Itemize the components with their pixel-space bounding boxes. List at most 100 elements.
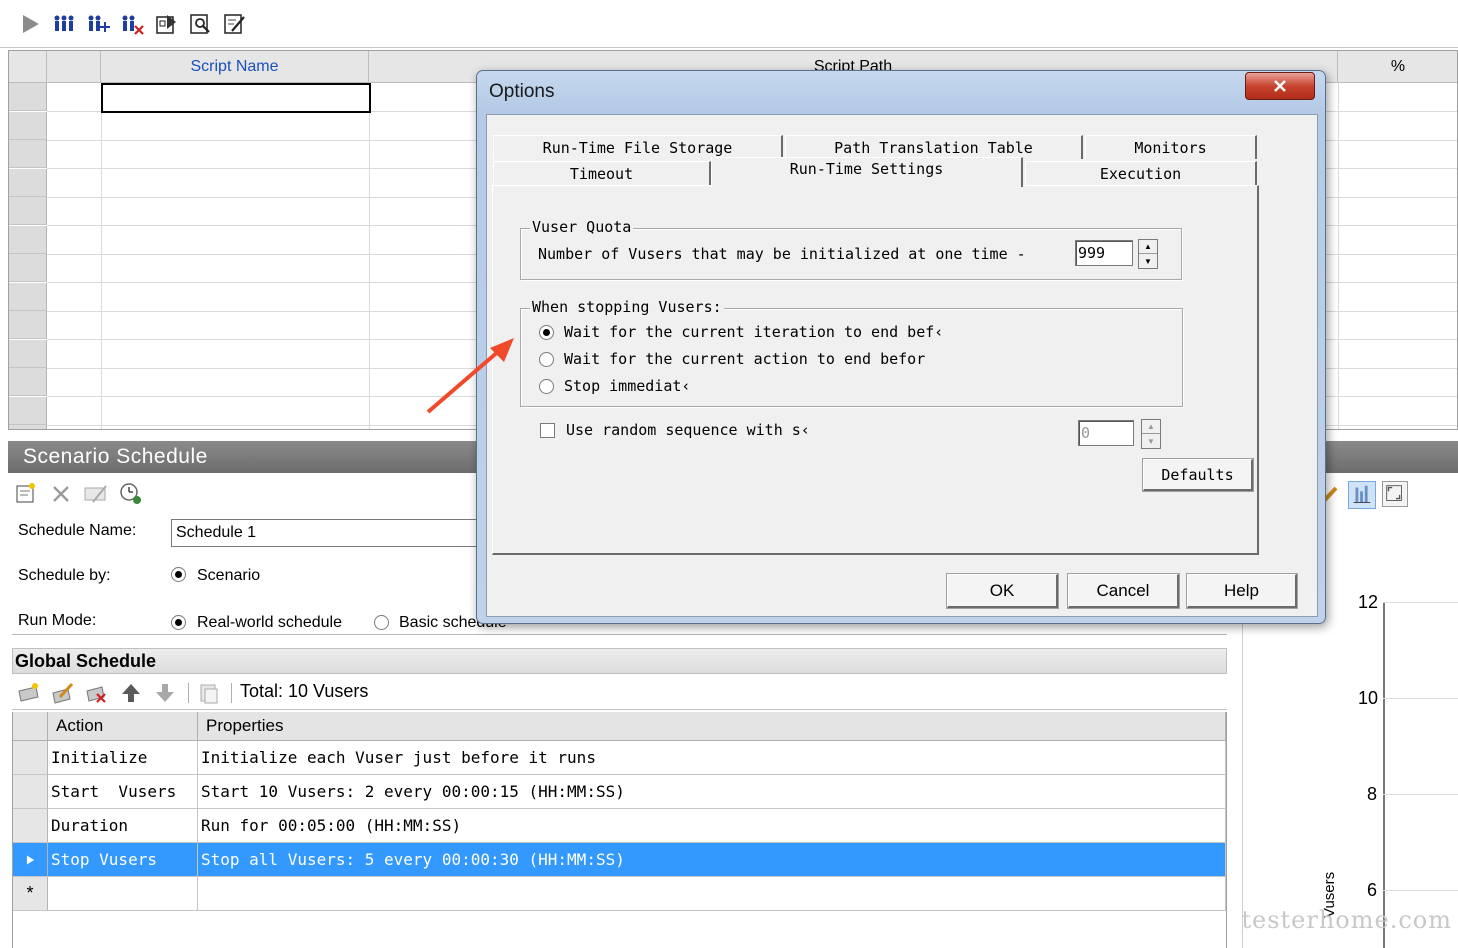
- expand-view-icon[interactable]: [1382, 481, 1408, 507]
- copy-action-icon[interactable]: [197, 681, 221, 705]
- spin-down-icon[interactable]: ▼: [1142, 434, 1160, 448]
- schedule-time-icon[interactable]: [118, 481, 142, 505]
- options-dialog: Options Run-Time File Storage Path Trans…: [476, 70, 1326, 624]
- grid-row-header[interactable]: [9, 111, 47, 140]
- stop-immediately-label: Stop immediat‹: [564, 377, 691, 395]
- schedule-by-scenario-radio[interactable]: [171, 567, 186, 582]
- new-schedule-icon[interactable]: [14, 481, 38, 505]
- grid-row-header[interactable]: [9, 197, 47, 225]
- details-icon[interactable]: [152, 10, 180, 38]
- edit-script-icon[interactable]: [220, 10, 248, 38]
- dialog-body: Run-Time File Storage Path Translation T…: [486, 114, 1318, 617]
- action-cell: Duration: [48, 809, 198, 842]
- play-icon[interactable]: [16, 10, 44, 38]
- help-button[interactable]: Help: [1186, 573, 1298, 609]
- global-schedule-header: Global Schedule: [12, 648, 1227, 674]
- close-icon[interactable]: [1245, 72, 1315, 100]
- column-script-name[interactable]: Script Name: [101, 51, 369, 83]
- delete-action-icon[interactable]: [84, 681, 108, 705]
- vusers-icon[interactable]: [50, 10, 78, 38]
- run-mode-real-world-radio[interactable]: [171, 615, 186, 630]
- random-seed-input[interactable]: 0: [1078, 420, 1134, 446]
- annotation-arrow-icon: [426, 338, 514, 414]
- stop-wait-iteration-label: Wait for the current iteration to end be…: [564, 323, 944, 341]
- grid-corner: [9, 51, 47, 83]
- add-action-icon[interactable]: [16, 681, 40, 705]
- spin-down-icon[interactable]: ▼: [1139, 254, 1157, 268]
- table-row-new[interactable]: *: [13, 877, 1226, 911]
- vuser-quota-input[interactable]: 999: [1075, 240, 1133, 266]
- properties-cell: Stop all Vusers: 5 every 00:00:30 (HH:MM…: [198, 843, 1226, 876]
- tab-monitors[interactable]: Monitors: [1085, 135, 1257, 159]
- add-vusers-icon[interactable]: [84, 10, 112, 38]
- grid-row-header[interactable]: [9, 168, 47, 197]
- ok-button[interactable]: OK: [946, 573, 1059, 609]
- stop-wait-action-label: Wait for the current action to end befor: [564, 350, 926, 368]
- y-tick-label: 8: [1367, 784, 1378, 804]
- column-percent[interactable]: %: [1338, 51, 1457, 83]
- properties-cell: Initialize each Vuser just before it run…: [198, 741, 1226, 774]
- grid-row-header[interactable]: [9, 140, 47, 168]
- tab-path-translation-table[interactable]: Path Translation Table: [785, 135, 1083, 159]
- vuser-quota-spinner[interactable]: ▲ ▼: [1138, 239, 1158, 269]
- spin-up-icon[interactable]: ▲: [1139, 240, 1157, 254]
- y-tick-label: 12: [1358, 592, 1379, 612]
- move-down-icon[interactable]: [154, 682, 176, 704]
- grid-row-header[interactable]: [9, 254, 47, 282]
- table-row[interactable]: Duration Run for 00:05:00 (HH:MM:SS): [13, 809, 1226, 843]
- properties-cell: Start 10 Vusers: 2 every 00:00:15 (HH:MM…: [198, 775, 1226, 808]
- schedule-graph: 12 10 8 6 Vusers: [1242, 588, 1458, 948]
- schedule-by-label: Schedule by:: [18, 567, 111, 584]
- search-script-icon[interactable]: [186, 10, 214, 38]
- schedule-name-input[interactable]: Schedule 1: [171, 519, 491, 547]
- table-row[interactable]: Start Vusers Start 10 Vusers: 2 every 00…: [13, 775, 1226, 809]
- random-sequence-checkbox[interactable]: [540, 423, 555, 438]
- grid-row-header[interactable]: [9, 225, 47, 254]
- grid-row-header[interactable]: [9, 425, 47, 429]
- rename-schedule-icon[interactable]: [83, 483, 109, 505]
- schedule-name-label: Schedule Name:: [18, 522, 137, 539]
- y-tick-label: 6: [1367, 880, 1378, 900]
- action-cell: Initialize: [48, 741, 198, 774]
- table-row-selected[interactable]: Stop Vusers Stop all Vusers: 5 every 00:…: [13, 843, 1226, 877]
- defaults-button[interactable]: Defaults: [1142, 458, 1254, 492]
- random-sequence-label: Use random sequence with s‹: [566, 421, 810, 439]
- column-action[interactable]: Action: [48, 712, 198, 741]
- tab-run-time-settings[interactable]: Run-Time Settings: [711, 157, 1023, 187]
- cancel-button[interactable]: Cancel: [1067, 573, 1180, 609]
- grid-row-header[interactable]: [9, 282, 47, 311]
- vuser-quota-label: Vuser Quota: [530, 218, 634, 236]
- run-mode-basic-radio[interactable]: [374, 615, 389, 630]
- column-properties[interactable]: Properties: [198, 712, 1226, 741]
- grid-row-header[interactable]: [9, 339, 47, 368]
- spin-up-icon[interactable]: ▲: [1142, 420, 1160, 434]
- run-mode-real-world-label: Real-world schedule: [197, 614, 342, 631]
- stop-wait-action-radio[interactable]: [539, 352, 554, 367]
- y-tick-label: 10: [1358, 688, 1379, 708]
- grid-row-header[interactable]: [9, 396, 47, 425]
- stop-immediately-radio[interactable]: [539, 379, 554, 394]
- delete-schedule-icon[interactable]: [50, 483, 72, 505]
- script-name-edit-cell[interactable]: [101, 83, 371, 113]
- row-pointer-icon: [13, 843, 48, 876]
- grid-row-header[interactable]: [9, 311, 47, 339]
- edit-action-icon[interactable]: [50, 681, 74, 705]
- action-cell: Stop Vusers: [48, 843, 198, 876]
- random-seed-spinner[interactable]: ▲ ▼: [1141, 419, 1161, 449]
- move-up-icon[interactable]: [120, 682, 142, 704]
- tab-run-time-file-storage[interactable]: Run-Time File Storage: [493, 135, 783, 159]
- graph-view-icon[interactable]: [1348, 481, 1376, 509]
- stopping-vusers-label: When stopping Vusers:: [530, 298, 724, 316]
- tab-execution[interactable]: Execution: [1025, 161, 1257, 185]
- actions-grid-corner: [13, 712, 48, 741]
- tab-timeout[interactable]: Timeout: [493, 161, 711, 185]
- new-row-marker: *: [13, 877, 48, 910]
- grid-row-header[interactable]: [9, 368, 47, 396]
- global-schedule-toolbar: Total: 10 Vusers: [12, 676, 1227, 710]
- table-row[interactable]: Initialize Initialize each Vuser just be…: [13, 741, 1226, 775]
- stop-wait-iteration-radio[interactable]: [539, 325, 554, 340]
- grid-row-header[interactable]: [9, 83, 47, 111]
- properties-cell: Run for 00:05:00 (HH:MM:SS): [198, 809, 1226, 842]
- remove-vusers-icon[interactable]: [118, 10, 146, 38]
- main-toolbar: [0, 0, 1458, 48]
